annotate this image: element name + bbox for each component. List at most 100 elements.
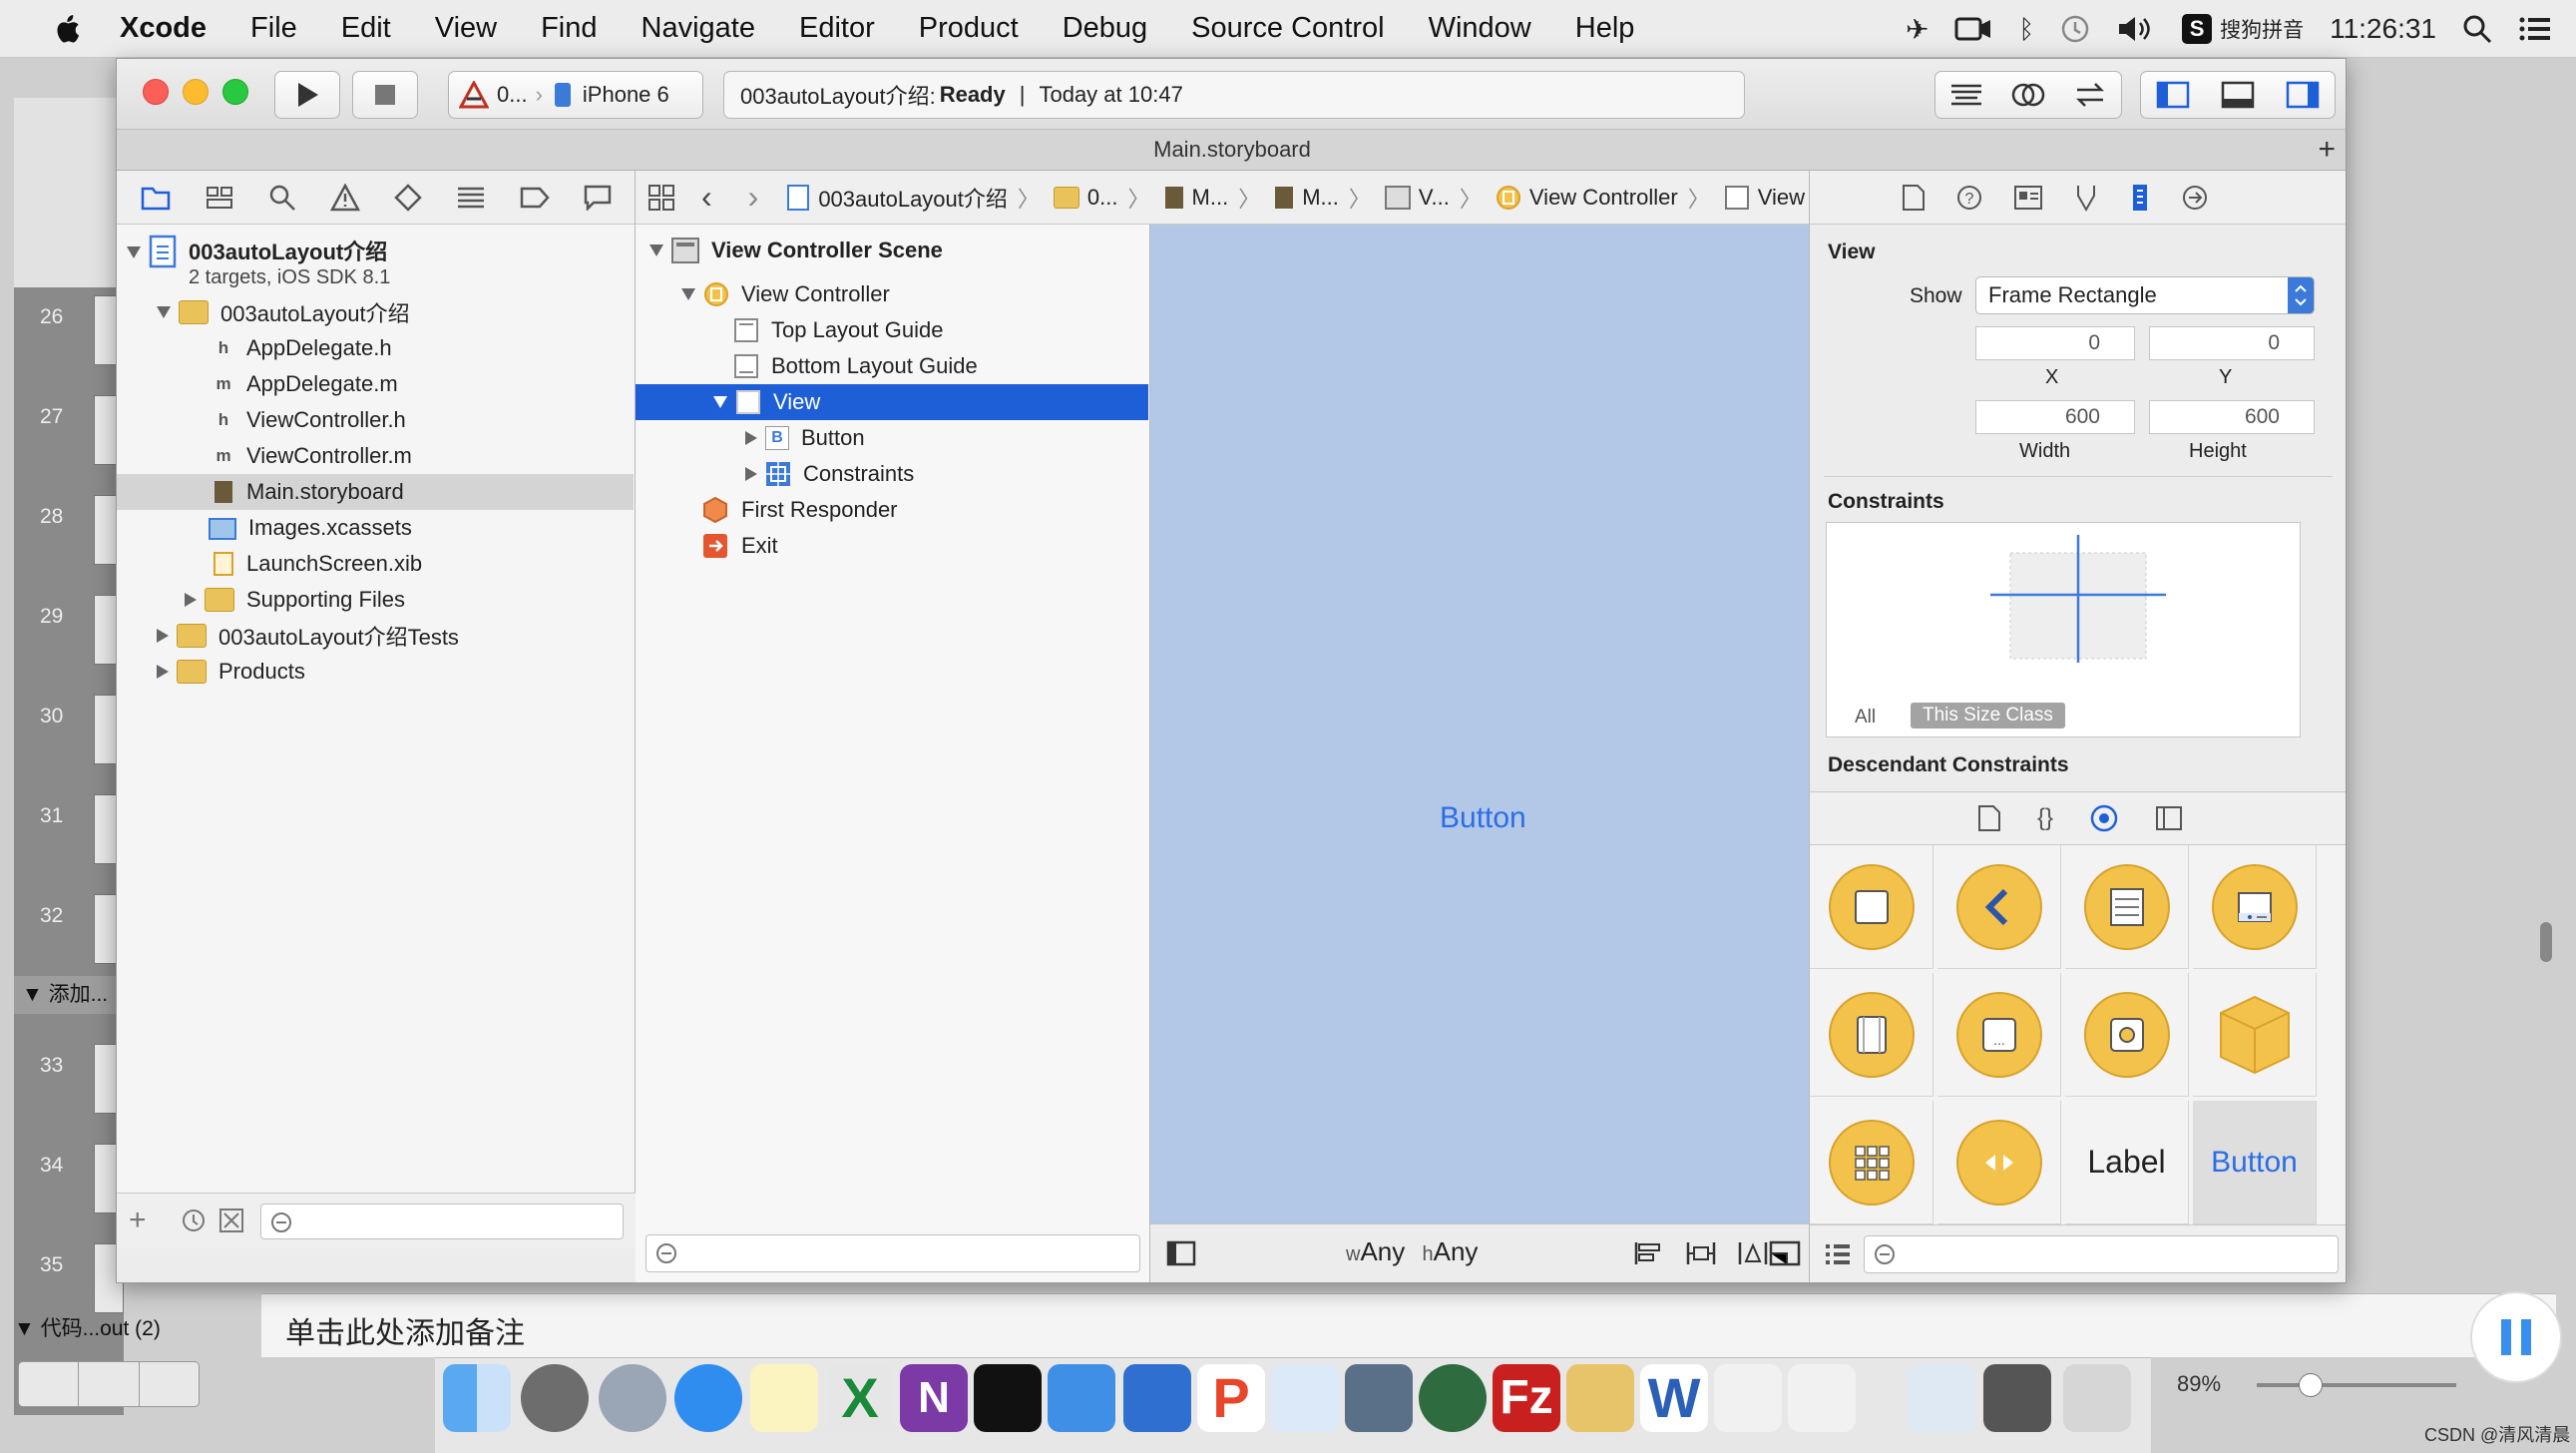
outline-bottom-guide-row[interactable]: Bottom Layout Guide (733, 348, 978, 384)
file-row[interactable]: m ViewController.m (213, 438, 411, 474)
align-icon[interactable] (1633, 1240, 1665, 1266)
jump-crumb[interactable]: 003autoLayout介绍〉 (786, 182, 1040, 214)
bluetooth-icon[interactable]: ᛒ (2018, 14, 2034, 45)
height-field[interactable]: 600 (2149, 400, 2315, 434)
vertical-scrollbar[interactable] (2540, 856, 2554, 1016)
file-row[interactable]: LaunchScreen.xib (213, 546, 422, 582)
constraints-diagram[interactable]: All This Size Class (1826, 522, 2301, 737)
disclosure-triangle[interactable] (681, 288, 695, 300)
zoom-window-button[interactable] (222, 79, 248, 105)
slide-thumb[interactable]: 34 (14, 1136, 124, 1225)
jump-crumb[interactable]: V... 〉 (1384, 182, 1482, 214)
code-snippet-library-icon[interactable]: {} (2037, 804, 2053, 832)
group-row[interactable]: 003autoLayout介绍Tests (157, 618, 459, 654)
excel-icon[interactable]: X (826, 1364, 894, 1432)
version-editor-icon[interactable] (2073, 82, 2107, 108)
group-row[interactable]: Supporting Files (185, 582, 405, 618)
related-items-icon[interactable] (647, 184, 675, 212)
notes-area[interactable]: 单击此处添加备注 (261, 1293, 2556, 1357)
view-toggle-control[interactable] (2140, 71, 2336, 119)
seg-all[interactable]: All (1855, 707, 1876, 728)
run-button[interactable] (274, 71, 340, 119)
slide-thumb[interactable]: 29 (14, 587, 124, 677)
back-icon[interactable]: ‹ (701, 179, 712, 216)
screenshot-tool-icon[interactable] (1271, 1364, 1339, 1432)
menu-app-name[interactable]: Xcode (120, 12, 207, 45)
show-popup[interactable]: Frame Rectangle (1975, 276, 2315, 314)
pause-button[interactable] (2470, 1291, 2562, 1383)
scheme-selector[interactable]: 0... › iPhone 6 (448, 71, 703, 119)
file-template-library-icon[interactable] (1977, 804, 2001, 832)
disclosure-triangle[interactable] (745, 431, 757, 445)
onenote-icon[interactable]: N (900, 1364, 968, 1432)
safari-icon[interactable] (674, 1364, 742, 1432)
menu-window[interactable]: Window (1429, 12, 1531, 45)
scroll-thumb[interactable] (2540, 922, 2552, 962)
list-view-icon[interactable] (1824, 1241, 1852, 1267)
document-app-icon[interactable] (1714, 1364, 1782, 1432)
menu-find[interactable]: Find (541, 12, 597, 45)
outline-scene-row[interactable]: View Controller Scene (649, 233, 943, 268)
resizing-icon[interactable] (1769, 1240, 1801, 1266)
camera-icon[interactable] (1954, 15, 1992, 43)
library-item[interactable] (1937, 1101, 2061, 1224)
outline-view-row-selected[interactable]: View (636, 384, 1148, 420)
library-item[interactable] (1937, 845, 2061, 969)
outline-vc-row[interactable]: View Controller (681, 276, 890, 312)
library-item[interactable] (2065, 973, 2189, 1097)
project-navigator-icon[interactable] (141, 185, 171, 211)
file-row-selected[interactable]: Main.storyboard (117, 474, 634, 510)
file-row[interactable]: h AppDelegate.h (213, 330, 392, 366)
library-item[interactable]: ... (1937, 973, 2061, 1097)
object-library-icon[interactable] (2089, 803, 2119, 833)
view-mode-buttons[interactable] (18, 1361, 200, 1407)
file-row[interactable]: m AppDelegate.m (213, 366, 397, 402)
library-item-button[interactable]: Button (2193, 1101, 2317, 1224)
connections-inspector-icon[interactable] (2181, 184, 2209, 212)
menu-source-control[interactable]: Source Control (1191, 12, 1384, 45)
jump-crumb[interactable]: View (1724, 185, 1805, 211)
jump-crumb[interactable]: M... 〉 (1274, 182, 1371, 214)
recent-files-icon[interactable] (181, 1208, 207, 1233)
airplane-icon[interactable]: ✈ (1906, 13, 1929, 46)
editor-mode-control[interactable] (1934, 71, 2122, 119)
size-class-control[interactable]: wAny hAny (1346, 1236, 1478, 1267)
menu-navigate[interactable]: Navigate (642, 12, 755, 45)
file-inspector-icon[interactable] (1902, 184, 1926, 212)
assistant-editor-icon[interactable] (2011, 81, 2045, 109)
menu-file[interactable]: File (250, 12, 297, 45)
navigator-filter-field[interactable] (260, 1204, 624, 1239)
menu-product[interactable]: Product (919, 12, 1019, 45)
slide-thumb[interactable]: 32 (14, 886, 124, 976)
outline-first-responder-row[interactable]: First Responder (701, 492, 898, 528)
desktop-stack-icon[interactable] (1983, 1364, 2051, 1432)
library-item[interactable] (2193, 973, 2317, 1097)
outline-button-row[interactable]: B Button (745, 420, 865, 456)
library-item-label[interactable]: Label (2065, 1101, 2189, 1224)
report-navigator-icon[interactable] (584, 185, 612, 211)
jump-crumb[interactable]: 0... 〉 (1053, 182, 1150, 214)
disclosure-triangle[interactable] (713, 396, 727, 408)
finder-icon[interactable] (443, 1364, 511, 1432)
library-item[interactable] (2065, 845, 2189, 969)
menu-editor[interactable]: Editor (799, 12, 875, 45)
add-file-icon[interactable]: + (129, 1204, 147, 1237)
project-root-row[interactable]: 003autoLayout介绍 2 targets, iOS SDK 8.1 (127, 235, 390, 288)
x-field[interactable]: 0 (1975, 326, 2135, 360)
outline-toggle-icon[interactable] (1166, 1240, 1196, 1266)
seg-this-size-class[interactable]: This Size Class (1911, 703, 2065, 728)
group-row[interactable]: 003autoLayout介绍 (157, 294, 410, 330)
disclosure-triangle[interactable] (157, 665, 169, 679)
terminal-icon[interactable] (974, 1364, 1042, 1432)
section-header-2[interactable]: ▼ 代码...out (2) (14, 1311, 263, 1347)
standard-editor-icon[interactable] (1949, 82, 1983, 108)
clapperboard-app-icon[interactable] (1345, 1364, 1413, 1432)
slide-thumb[interactable]: 26 (14, 287, 124, 377)
file-row[interactable]: Images.xcassets (209, 510, 412, 546)
library-item[interactable] (1810, 1101, 1933, 1224)
tab-main-storyboard[interactable]: Main.storyboard (1153, 137, 1311, 162)
width-field[interactable]: 600 (1975, 400, 2135, 434)
slide-thumb[interactable]: 27 (14, 387, 124, 477)
zoom-slider[interactable] (2257, 1373, 2456, 1397)
outline-top-guide-row[interactable]: Top Layout Guide (733, 312, 943, 348)
